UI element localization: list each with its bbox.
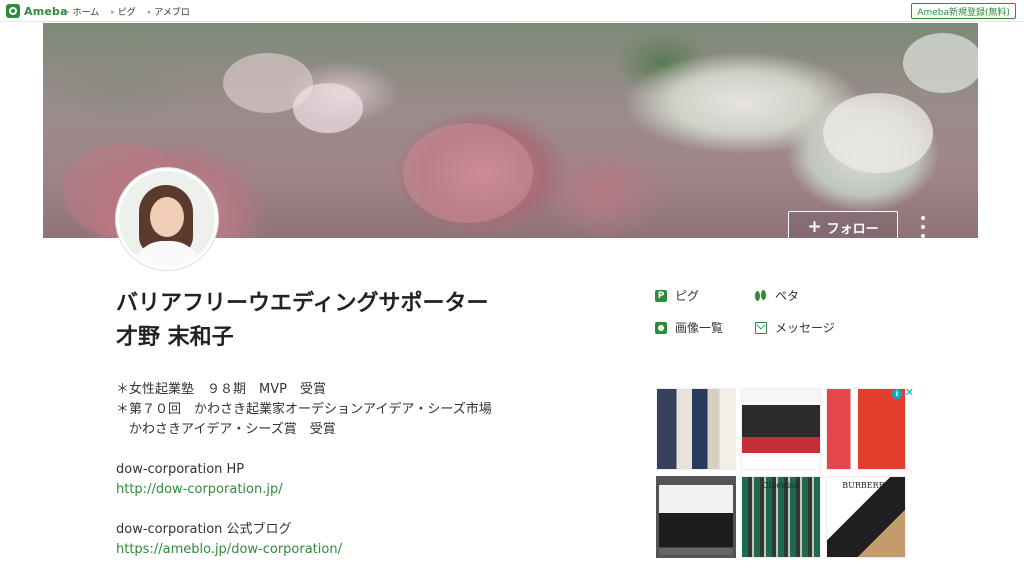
avatar[interactable] — [116, 168, 218, 270]
avatar-photo — [119, 171, 215, 267]
ad-info-icon[interactable]: i — [892, 389, 902, 399]
profile-name: バリアフリーウエディングサポーター 才野 末和子 — [116, 287, 596, 355]
peta-link[interactable]: ペタ — [755, 287, 799, 304]
register-button[interactable]: Ameba新規登録(無料) — [911, 3, 1016, 19]
gallery-label: 画像一覧 — [675, 321, 724, 335]
profile-bio: ＊女性起業塾 ９８期 MVP 受賞 ＊第７０回 かわさき起業家オーデションアイデ… — [116, 380, 636, 560]
hp-link[interactable]: http://dow-corporation.jp/ — [116, 480, 636, 500]
flower-decoration — [903, 33, 978, 93]
link-title: dow-corporation 公式ブログ — [116, 522, 292, 537]
chevron-right-icon: ▸ — [111, 7, 115, 16]
flower-decoration — [823, 93, 933, 173]
ad-brand-label: BURBERRY — [842, 481, 890, 490]
peta-label: ペタ — [775, 289, 800, 303]
follow-button[interactable]: + フォロー — [788, 211, 898, 238]
ad-tile[interactable] — [741, 388, 821, 470]
nav-link-ameblo[interactable]: ▸ アメブロ — [147, 5, 190, 19]
chevron-right-icon: ▸ — [66, 7, 70, 16]
camera-icon — [655, 321, 667, 334]
bio-line: ＊女性起業塾 ９８期 MVP 受賞 — [116, 382, 326, 397]
pigg-icon: P — [655, 289, 667, 302]
gallery-link[interactable]: 画像一覧 — [655, 319, 723, 336]
ad-banner[interactable]: Chiewish BURBERRY i ✕ — [656, 387, 914, 568]
flower-decoration — [293, 83, 363, 133]
breadcrumb: ▸ ホーム ▸ ピグ ▸ アメブロ — [66, 5, 202, 19]
ad-tile[interactable] — [826, 388, 906, 470]
flower-decoration — [403, 123, 533, 223]
nav-link-pigg[interactable]: ▸ ピグ — [111, 5, 136, 19]
pigg-link[interactable]: P ピグ — [655, 287, 699, 304]
ad-brand-label: Chiewish — [762, 481, 800, 490]
profile-name-title: バリアフリーウエディングサポーター — [116, 291, 489, 316]
pigg-label: ピグ — [675, 289, 700, 303]
ad-tile[interactable] — [656, 388, 736, 470]
ad-tile[interactable]: Chiewish — [741, 476, 821, 558]
ad-tile[interactable] — [656, 476, 736, 558]
nav-label: アメブロ — [154, 8, 190, 18]
ameba-logo[interactable]: Ameba — [6, 3, 68, 19]
message-label: メッセージ — [775, 321, 835, 335]
kebab-menu-icon[interactable] — [918, 216, 928, 238]
ad-close-icon[interactable]: ✕ — [905, 387, 914, 398]
chevron-right-icon: ▸ — [147, 7, 152, 16]
footprint-icon — [755, 289, 767, 302]
nav-label: ピグ — [117, 8, 136, 18]
blog-link[interactable]: https://ameblo.jp/dow-corporation/ — [116, 540, 636, 560]
plus-icon: + — [807, 216, 822, 237]
message-link[interactable]: メッセージ — [755, 319, 835, 336]
logo-text: Ameba — [24, 4, 68, 18]
top-bar: Ameba ▸ ホーム ▸ ピグ ▸ アメブロ Ameba新規登録(無料) — [0, 0, 1024, 22]
link-title: dow-corporation HP — [116, 462, 245, 477]
follow-label: フォロー — [826, 221, 879, 237]
ad-tile[interactable]: BURBERRY — [826, 476, 906, 558]
ameba-logo-icon — [6, 4, 20, 18]
profile-name-person: 才野 末和子 — [116, 325, 234, 350]
nav-label: ホーム — [72, 8, 100, 18]
bio-line: ＊第７０回 かわさき起業家オーデションアイデア・シーズ市場 — [116, 402, 492, 417]
nav-link-home[interactable]: ▸ ホーム — [66, 5, 100, 19]
bio-line: かわさきアイデア・シーズ賞 受賞 — [116, 422, 336, 437]
mail-icon — [755, 321, 767, 334]
